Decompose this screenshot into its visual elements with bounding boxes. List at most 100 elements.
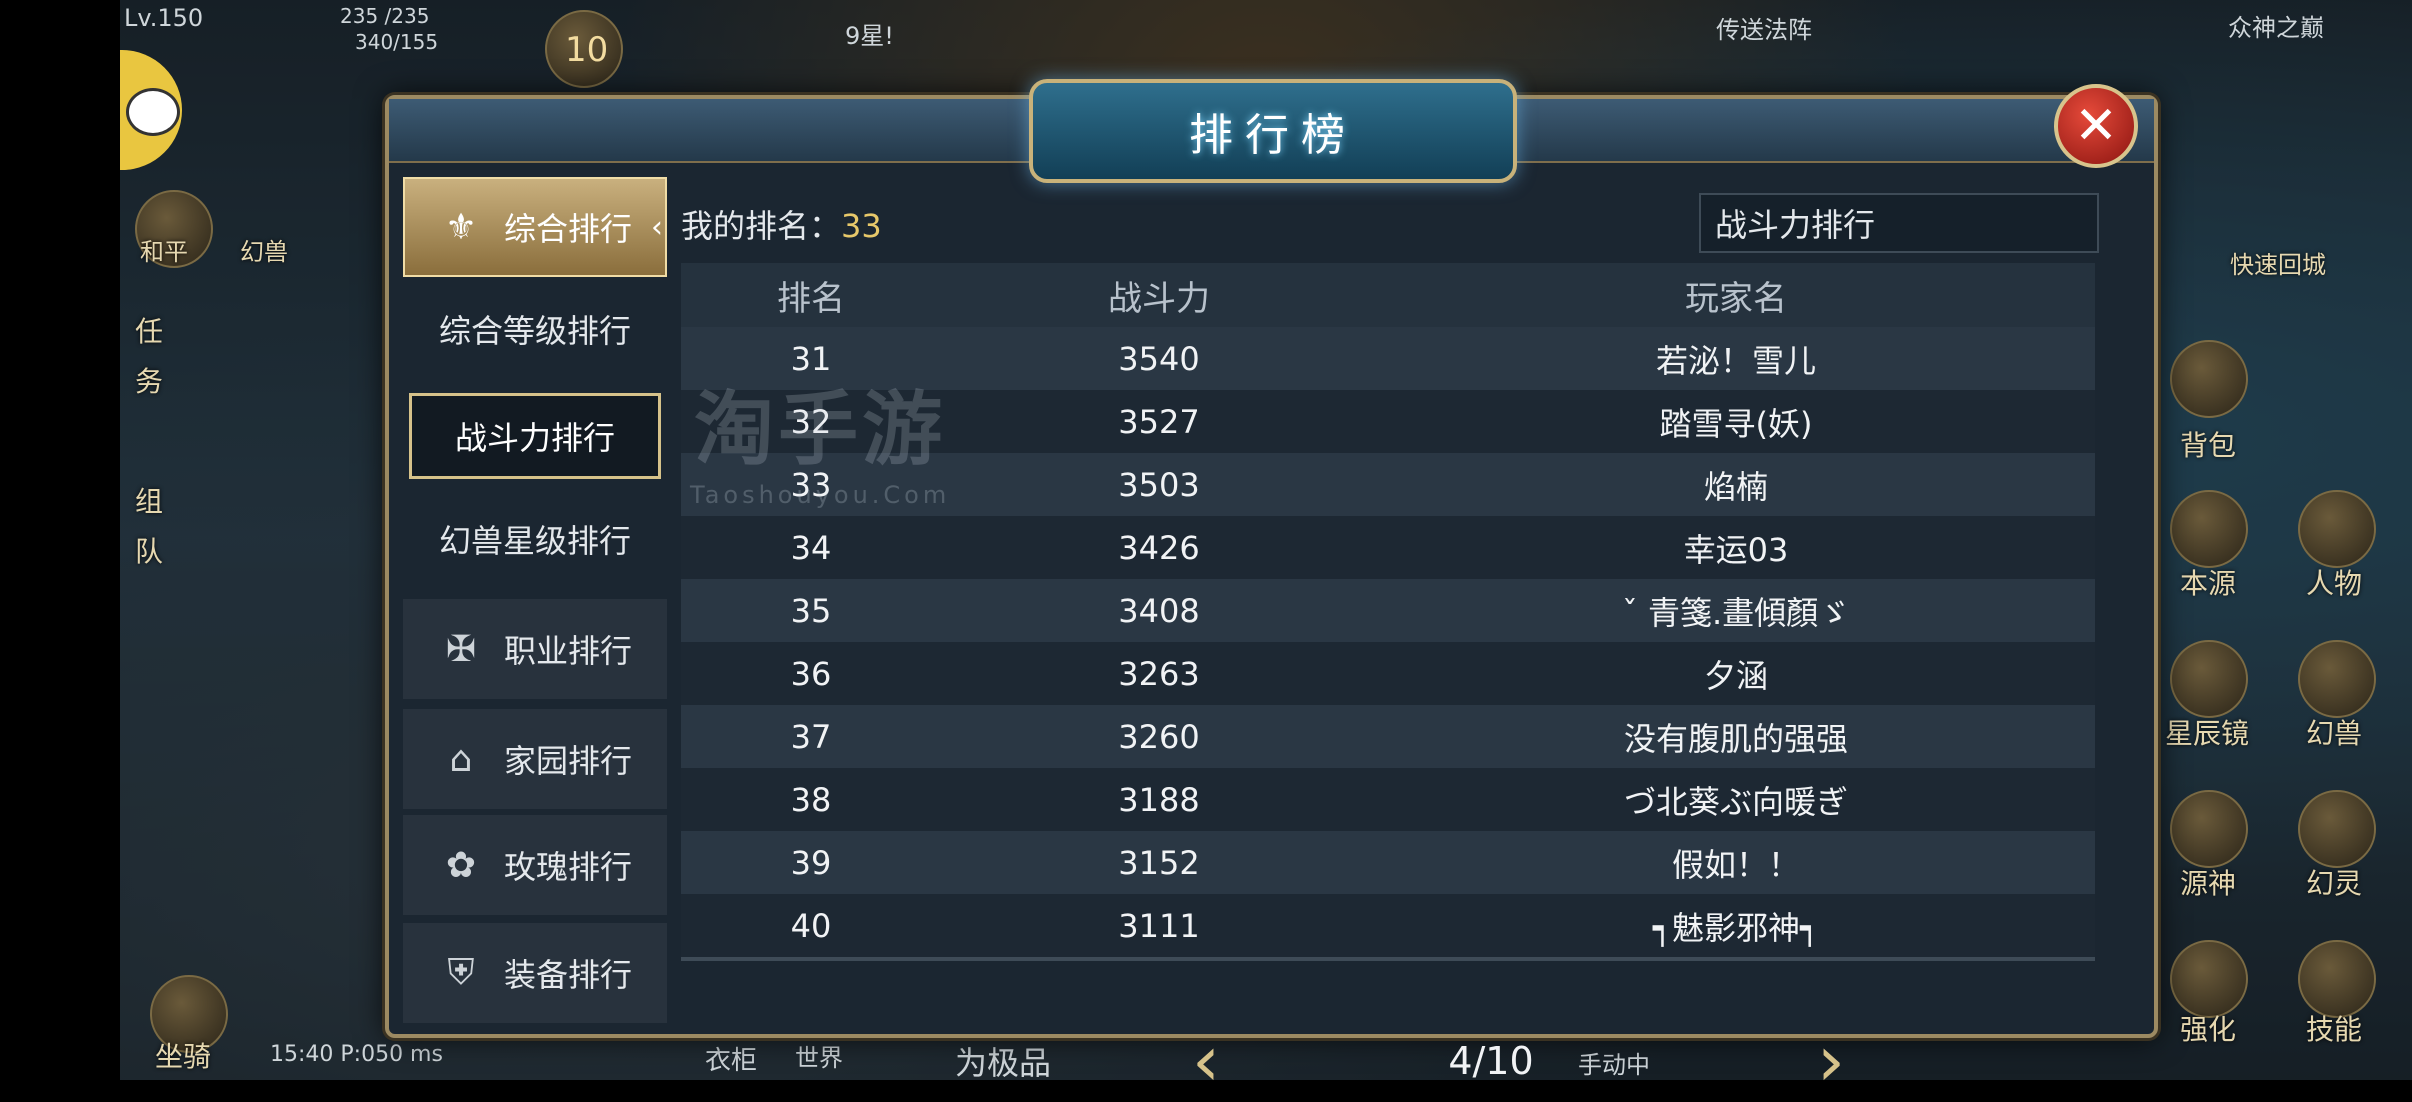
table-row[interactable]: 40 3111 ┑魅影邪神┑	[681, 894, 2095, 957]
sidebar-item-overall-level[interactable]: 综合等级排行	[403, 279, 667, 379]
chevron-left-icon: ‹	[651, 209, 663, 245]
table-row[interactable]: 31 3540 若泌！雪儿	[681, 327, 2095, 390]
ranking-panel: 排行榜 ✕ ⚜ 综合排行 ‹ 综合等级排行 战斗力排行 幻兽星级排行 ✠ 职业排…	[385, 79, 2158, 1096]
previous-page-button[interactable]: ‹	[1186, 1026, 1226, 1096]
player-name-cell: 夕涵	[1703, 656, 1768, 695]
bag-label[interactable]: 背包	[2180, 424, 2236, 464]
my-rank-label: 我的排名：	[681, 207, 842, 245]
power-cell: 3503	[1118, 465, 1200, 504]
sidebar-item-combat-power[interactable]: 战斗力排行	[409, 393, 661, 479]
sidebar-item-home[interactable]: ⌂ 家园排行	[403, 709, 667, 809]
rank-cell: 40	[790, 906, 832, 945]
sidebar-item-equipment[interactable]: ⛨ 装备排行	[403, 923, 667, 1023]
my-rank-value: 33	[841, 207, 882, 245]
page-indicator: 4/10	[1448, 1039, 1534, 1083]
table-row[interactable]: 34 3426 幸运03	[681, 516, 2095, 579]
table-row[interactable]: 38 3188 づ北葵ぶ向暖ぎ	[681, 768, 2095, 831]
quick-return-button[interactable]: 快速回城	[2230, 245, 2326, 280]
shield-icon: ⛨	[447, 952, 475, 993]
enhance-icon[interactable]	[2170, 940, 2248, 1018]
team-tab-char2[interactable]: 队	[135, 530, 163, 570]
column-header-power: 战斗力	[1108, 278, 1210, 319]
sidebar-item-beast-star[interactable]: 幻兽星级排行	[403, 489, 667, 589]
class-emblem-icon: ✠	[445, 628, 477, 670]
skill-label[interactable]: 技能	[2306, 1008, 2362, 1048]
sidebar-item-label: 装备排行	[503, 956, 632, 994]
ranking-content: 我的排名：33 战斗力排行 排名 战斗力 玩家名 31 3540 若泌！雪儿 3…	[681, 177, 2141, 1096]
table-row[interactable]: 39 3152 假如！！	[681, 831, 2095, 894]
origin-label[interactable]: 本源	[2180, 562, 2236, 602]
close-button[interactable]: ✕	[2054, 84, 2138, 168]
task-tab-char1[interactable]: 任	[135, 310, 163, 350]
character-icon[interactable]	[2298, 490, 2376, 568]
table-row[interactable]: 37 3260 没有腹肌的强强	[681, 705, 2095, 768]
table-row[interactable]: 36 3263 夕涵	[681, 642, 2095, 705]
rank-cell: 37	[790, 717, 832, 756]
my-rank: 我的排名：33	[681, 201, 882, 247]
star-mirror-icon[interactable]	[2170, 640, 2248, 718]
star-notice: 9星!	[845, 22, 894, 50]
rank-cell: 31	[790, 339, 832, 378]
origin-icon[interactable]	[2170, 490, 2248, 568]
beast-label[interactable]: 幻兽	[2306, 712, 2362, 752]
next-page-button[interactable]: ›	[1811, 1026, 1851, 1096]
sidebar-item-overall[interactable]: ⚜ 综合排行 ‹	[403, 177, 667, 277]
bag-icon[interactable]	[2170, 340, 2248, 418]
power-cell: 3260	[1118, 717, 1200, 756]
power-cell: 3111	[1118, 906, 1200, 945]
player-hp: 235 /235	[340, 4, 430, 28]
team-tab-char1[interactable]: 组	[135, 480, 163, 520]
level-badge-value: 10	[565, 30, 609, 70]
player-name-cell: 没有腹肌的强强	[1623, 719, 1848, 758]
mount-label[interactable]: 坐骑	[155, 1035, 211, 1075]
player-name-cell: 若泌！雪儿	[1655, 341, 1816, 380]
column-header-player: 玩家名	[1685, 278, 1787, 319]
table-row[interactable]: 35 3408 ˇ 青箋.畫傾顏ゞ	[681, 579, 2095, 642]
power-cell: 3426	[1118, 528, 1200, 567]
player-level: Lv.150	[124, 4, 204, 32]
ranking-category-sidebar: ⚜ 综合排行 ‹ 综合等级排行 战斗力排行 幻兽星级排行 ✠ 职业排行 ⌂ 家园…	[403, 177, 667, 1023]
player-mp: 340/155	[355, 30, 439, 54]
star-mirror-label[interactable]: 星辰镜	[2165, 712, 2249, 752]
table-row[interactable]: 32 3527 踏雪寻(妖)	[681, 390, 2095, 453]
panel-title-plate: 排行榜	[1029, 79, 1517, 183]
power-cell: 3527	[1118, 402, 1200, 441]
power-cell: 3540	[1118, 339, 1200, 378]
home-icon: ⌂	[449, 738, 473, 780]
table-divider	[681, 957, 2095, 961]
ranking-table: 排名 战斗力 玩家名 31 3540 若泌！雪儿 32 3527 踏雪寻(妖) …	[681, 263, 2095, 961]
close-icon: ✕	[2074, 96, 2118, 156]
portal-label: 传送法阵	[1716, 16, 1812, 44]
power-cell: 3408	[1118, 591, 1200, 630]
rank-cell: 38	[790, 780, 832, 819]
sidebar-item-label: 综合排行	[503, 210, 632, 248]
sidebar-item-rose[interactable]: ✿ 玫瑰排行	[403, 815, 667, 915]
power-cell: 3188	[1118, 780, 1200, 819]
power-cell: 3263	[1118, 654, 1200, 693]
enhance-label[interactable]: 强化	[2180, 1008, 2236, 1048]
rank-cell: 33	[790, 465, 832, 504]
beast-icon[interactable]	[2298, 640, 2376, 718]
sidebar-item-class[interactable]: ✠ 职业排行	[403, 599, 667, 699]
player-name-cell: づ北葵ぶ向暖ぎ	[1623, 782, 1848, 821]
task-tab-char2[interactable]: 务	[135, 360, 163, 400]
table-row[interactable]: 33 3503 焰楠	[681, 453, 2095, 516]
ranking-type-dropdown[interactable]: 战斗力排行	[1699, 193, 2099, 253]
skill-icon[interactable]	[2298, 940, 2376, 1018]
source-god-icon[interactable]	[2170, 790, 2248, 868]
power-cell: 3152	[1118, 843, 1200, 882]
sidebar-item-label: 家园排行	[503, 742, 632, 780]
character-label[interactable]: 人物	[2306, 562, 2362, 602]
source-god-label[interactable]: 源神	[2180, 862, 2236, 902]
pagination: ‹ 4/10 ›	[681, 1026, 2095, 1097]
panel-title: 排行榜	[1189, 110, 1357, 161]
rank-cell: 34	[790, 528, 832, 567]
huanshou-label: 幻兽	[240, 238, 288, 266]
zone-name: 众神之巅	[2228, 14, 2324, 42]
player-name-cell: 幸运03	[1683, 530, 1789, 569]
rank-cell: 39	[790, 843, 832, 882]
player-name-cell: 焰楠	[1703, 467, 1768, 506]
spirit-icon[interactable]	[2298, 790, 2376, 868]
spirit-label[interactable]: 幻灵	[2306, 862, 2362, 902]
mascot-icon	[126, 88, 180, 136]
